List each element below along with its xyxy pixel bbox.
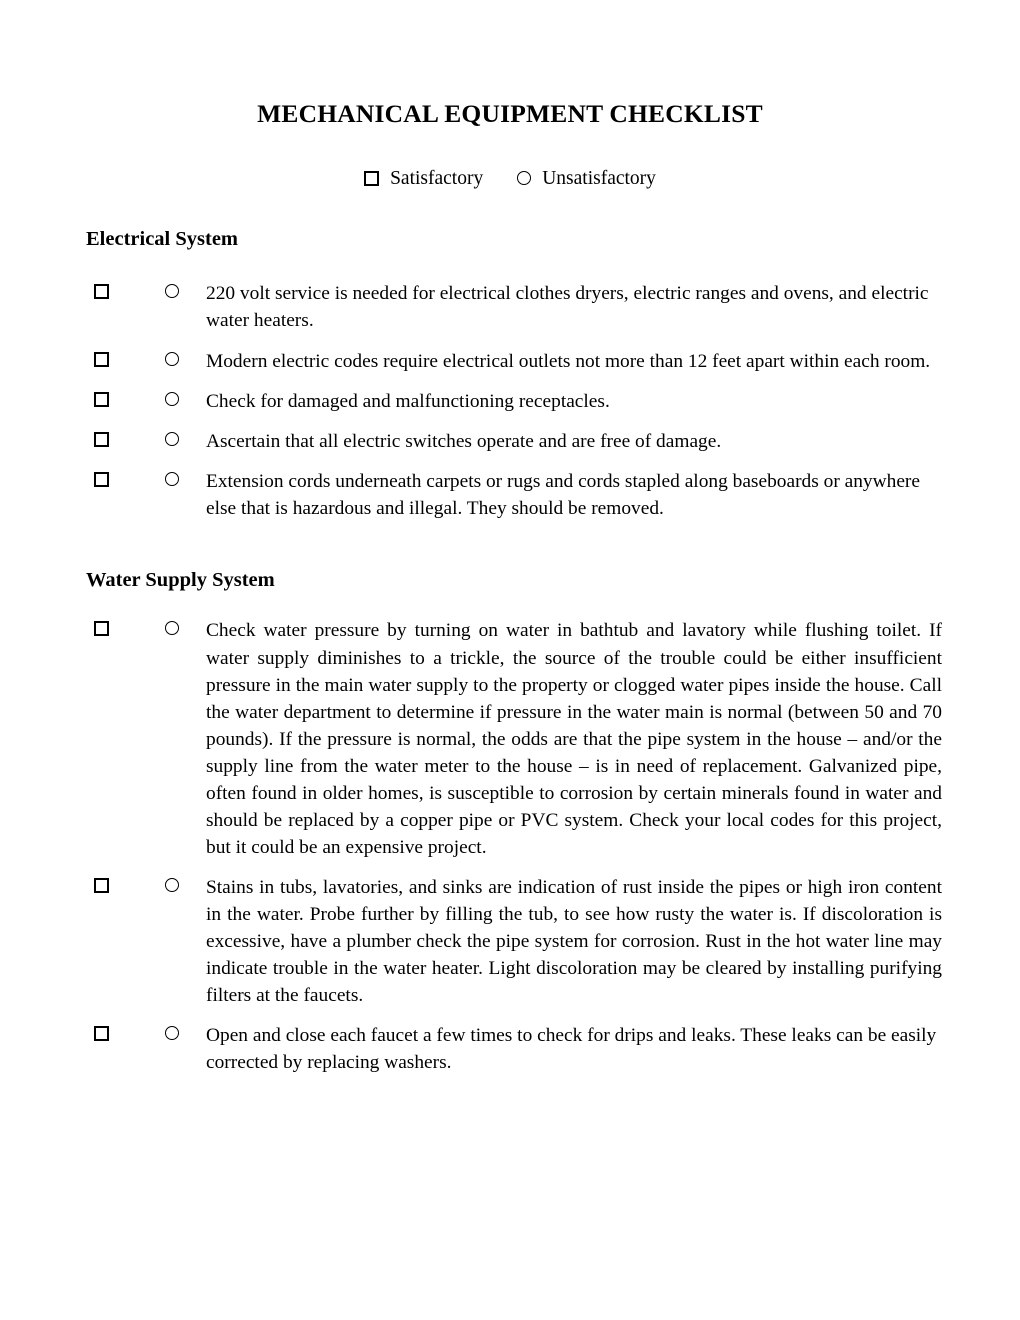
square-checkbox-icon[interactable] [94,431,109,447]
checklist-item-text: Modern electric codes require electrical… [206,350,931,372]
checklist-item: Open and close each faucet a few times t… [0,1022,1020,1076]
checklist-item: Check for damaged and malfunctioning rec… [0,388,1020,415]
checklist-item-text: Check for damaged and malfunctioning rec… [206,390,610,412]
circle-checkbox-icon[interactable] [165,351,179,366]
circle-checkbox-icon[interactable] [165,284,179,299]
legend: Satisfactory Unsatisfactory [0,169,1020,189]
checklist-item: Stains in tubs, lavatories, and sinks ar… [0,874,1020,1009]
square-checkbox-icon[interactable] [94,351,109,367]
circle-checkbox-icon[interactable] [165,1026,179,1041]
checklist-item: Modern electric codes require electrical… [0,348,1020,375]
document-page: MECHANICAL EQUIPMENT CHECKLIST Satisfact… [0,0,1020,1320]
checklist-item: Ascertain that all electric switches ope… [0,428,1020,455]
circle-checkbox-icon[interactable] [165,621,179,636]
section-heading-water-supply-system: Water Supply System [86,568,275,591]
square-checkbox-icon[interactable] [94,284,109,300]
square-checkbox-icon[interactable] [94,878,109,893]
checklist-item-text: Ascertain that all electric switches ope… [206,430,722,452]
square-checkbox-icon[interactable] [94,391,109,407]
square-checkbox-icon[interactable] [94,471,109,487]
legend-label-satisfactory: Satisfactory [390,168,484,190]
circle-checkbox-icon[interactable] [165,878,179,892]
page-title: MECHANICAL EQUIPMENT CHECKLIST [257,99,763,128]
section-heading-electrical-system: Electrical System [86,227,238,250]
checklist-item: Extension cords underneath carpets or ru… [0,468,1020,522]
checklist-item-text: Check water pressure by turning on water… [206,620,942,858]
square-checkbox-icon[interactable] [94,1026,109,1042]
checklist-item-text: Open and close each faucet a few times t… [206,1025,937,1074]
checklist-item-text: Stains in tubs, lavatories, and sinks ar… [206,877,942,1007]
circle-checkbox-icon[interactable] [165,471,179,486]
legend-entry-unsatisfactory: Unsatisfactory [517,169,656,189]
checklist-item: 220 volt service is needed for electrica… [0,280,1020,334]
legend-entry-satisfactory: Satisfactory [364,169,483,189]
checklist-electrical-system: 220 volt service is needed for electrica… [0,280,1020,521]
square-checkbox-icon[interactable] [94,621,109,637]
checklist-item: Check water pressure by turning on water… [0,617,1020,861]
circle-checkbox-icon [517,171,532,186]
circle-checkbox-icon[interactable] [165,391,179,406]
checklist-water-supply-system: Check water pressure by turning on water… [0,617,1020,1076]
square-checkbox-icon [364,170,380,186]
legend-label-unsatisfactory: Unsatisfactory [542,168,656,190]
circle-checkbox-icon[interactable] [165,431,179,446]
checklist-item-text: Extension cords underneath carpets or ru… [206,470,920,519]
checklist-item-text: 220 volt service is needed for electrica… [206,283,929,332]
